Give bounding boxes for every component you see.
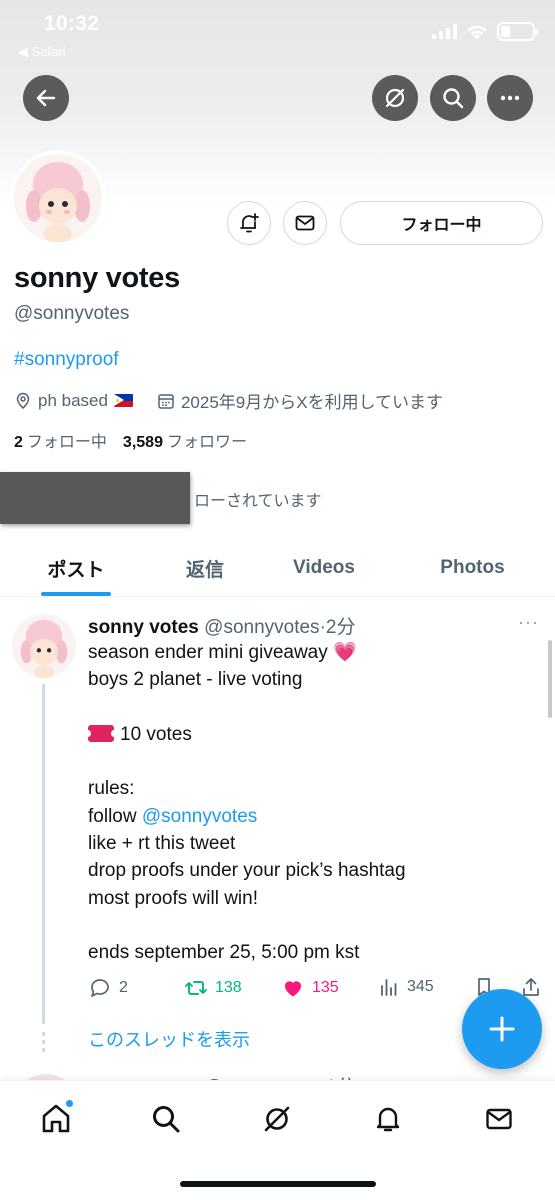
tweet[interactable]: sonny votes @sonnyvotes·2分 ··· season en… [0, 598, 555, 1068]
search-icon [153, 1106, 180, 1133]
location-text: ph based [38, 390, 108, 410]
pink-heart-emoji: 💗 [333, 642, 357, 663]
location-pin-icon [16, 392, 30, 409]
search-icon [443, 88, 464, 109]
followers-count-link[interactable]: 3,589 フォロワー [123, 428, 247, 452]
retweet-count: 138 [215, 979, 242, 996]
like-button[interactable]: 135 [281, 976, 339, 1000]
grok-button[interactable] [372, 75, 418, 121]
grok-icon [264, 1106, 290, 1132]
display-name: sonny votes [14, 262, 180, 294]
active-tab-indicator [41, 592, 111, 596]
reply-icon [91, 979, 109, 997]
tab-replies[interactable]: 返信 [152, 540, 258, 596]
status-icons [432, 22, 538, 41]
arrow-left-icon [36, 89, 56, 107]
followed-by-row[interactable]: ローされています [0, 472, 555, 524]
tweet-more-button[interactable]: ··· [518, 612, 539, 633]
reply-button[interactable]: 2 [88, 976, 128, 1000]
like-count: 135 [312, 979, 339, 996]
show-thread-link[interactable]: このスレッドを表示 [88, 1026, 250, 1052]
tweet-author-name[interactable]: sonny votes [88, 617, 199, 638]
thread-dots [42, 1032, 45, 1056]
tab-videos[interactable]: Videos [258, 540, 390, 596]
view-count: 345 [407, 978, 434, 995]
tweet-text: season ender mini giveaway 💗 boys 2 plan… [85, 642, 406, 964]
compose-button[interactable] [462, 989, 542, 1069]
nav-search[interactable] [146, 1099, 186, 1139]
nav-notifications[interactable] [368, 1099, 408, 1139]
nav-grok[interactable] [257, 1099, 297, 1139]
scrollbar[interactable] [548, 640, 552, 718]
envelope-icon [295, 215, 315, 231]
status-back-to-safari[interactable]: ◀ Safari [18, 44, 66, 60]
mention-link[interactable]: @sonnyvotes [142, 806, 257, 827]
home-notification-dot [65, 1099, 74, 1108]
more-icon [500, 95, 520, 101]
search-button[interactable] [430, 75, 476, 121]
messages-icon [486, 1108, 512, 1130]
cellular-signal-icon [432, 24, 457, 39]
slashed-circle-icon [385, 88, 405, 108]
bell-plus-icon [240, 213, 259, 233]
tab-posts[interactable]: ポスト [0, 540, 152, 596]
join-date: 2025年9月からXを利用しています [157, 388, 443, 413]
followed-by-text: ローされています [194, 493, 322, 510]
tweet-author-handle[interactable]: @sonnyvotes [204, 617, 319, 638]
thread-line [42, 684, 45, 1024]
profile-handle: @sonnyvotes [14, 303, 130, 324]
profile-meta: ph based 2025年9月からXを利用しています [14, 388, 443, 413]
status-time: 10:32 [44, 12, 100, 35]
tweet-author-avatar[interactable] [12, 614, 76, 678]
following-button[interactable]: フォロー中 [340, 201, 543, 245]
calendar-icon [158, 393, 174, 409]
bar-chart-icon [381, 979, 397, 996]
message-button[interactable] [283, 201, 327, 245]
reply-count: 2 [119, 979, 128, 996]
tab-photos[interactable]: Photos [390, 540, 555, 596]
retweet-icon [185, 981, 207, 995]
notifications-subscribe-button[interactable] [227, 201, 271, 245]
following-count-link[interactable]: 2 フォロー中 [14, 428, 107, 452]
ticket-emoji-icon [85, 724, 117, 742]
tweet-time: ·2分 [319, 617, 356, 638]
more-options-button[interactable] [487, 75, 533, 121]
back-button[interactable] [23, 75, 69, 121]
join-date-text: 2025年9月からXを利用しています [180, 393, 444, 412]
wifi-icon [467, 25, 487, 40]
bio-hashtag-link[interactable]: #sonnyproof [14, 349, 119, 371]
redaction-box [0, 472, 190, 524]
philippines-flag-icon [113, 394, 133, 407]
heart-icon [284, 981, 302, 997]
views-button[interactable]: 345 [378, 976, 434, 998]
sonny-angel-avatar-image [12, 614, 76, 678]
tweet-header: sonny votes @sonnyvotes·2分 [88, 612, 355, 639]
notifications-icon [376, 1107, 400, 1132]
retweet-button[interactable]: 138 [184, 976, 242, 1000]
battery-icon [497, 22, 538, 41]
plus-icon [489, 1016, 515, 1042]
nav-messages[interactable] [479, 1099, 519, 1139]
home-indicator[interactable] [180, 1181, 376, 1187]
sonny-angel-avatar-image [14, 154, 102, 242]
profile-tabs: ポスト 返信 Videos Photos [0, 540, 555, 597]
nav-home[interactable] [36, 1099, 76, 1139]
follow-counts: 2 フォロー中 3,589 フォロワー [14, 428, 247, 452]
profile-avatar[interactable] [10, 150, 106, 246]
location: ph based [14, 391, 133, 411]
